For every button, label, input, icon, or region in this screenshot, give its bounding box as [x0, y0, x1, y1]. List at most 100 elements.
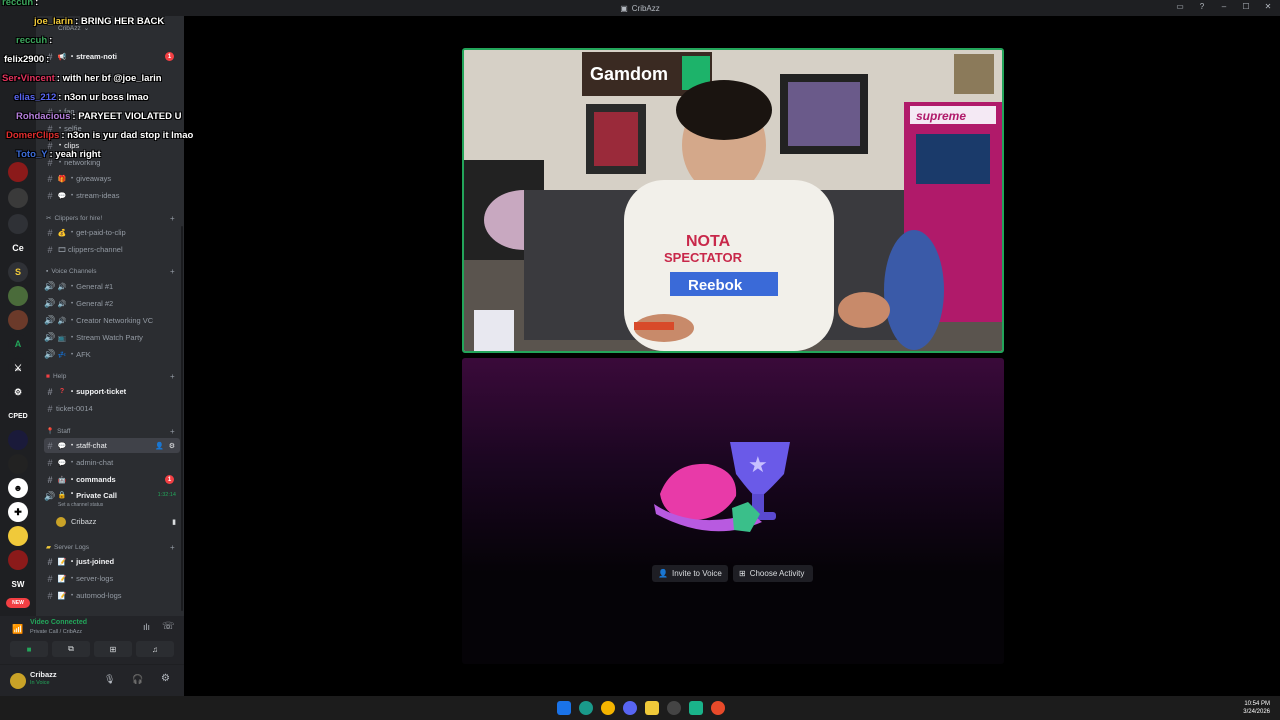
notepad-icon: 📝	[57, 592, 67, 600]
start-icon[interactable]	[557, 701, 571, 715]
speaker-icon: 🔊	[44, 332, 56, 342]
chat-message: joe_larin: BRING HER BACK	[34, 16, 165, 27]
category-staff[interactable]: 📍 Staff +	[46, 427, 175, 436]
server-icon[interactable]	[8, 550, 28, 570]
server-icon[interactable]	[8, 526, 28, 546]
server-icon[interactable]: ⚔	[8, 358, 28, 378]
voice-channel-afk[interactable]: 🔊 💤 • AFK	[44, 347, 180, 362]
channel-support-ticket[interactable]: #? • support-ticket	[44, 384, 180, 399]
add-channel-icon[interactable]: +	[170, 427, 175, 436]
category-clippers[interactable]: ✂ Clippers for hire! +	[46, 214, 175, 223]
gear-icon[interactable]: ⚙	[161, 673, 170, 684]
speaker-icon: 🔊	[44, 491, 56, 501]
server-icon[interactable]: ☻	[8, 478, 28, 498]
soundboard-button[interactable]: ♫	[136, 641, 174, 657]
noise-suppression-icon[interactable]: ılı	[143, 622, 150, 632]
server-icon-a[interactable]: A	[8, 334, 28, 354]
user-panel: Cribazz In Voice 🎙 🎧 ⚙	[0, 664, 184, 697]
voice-channel-general-2[interactable]: 🔊 🔊 • General #2	[44, 296, 180, 311]
app-icon[interactable]	[689, 701, 703, 715]
add-channel-icon[interactable]: +	[170, 214, 175, 223]
speaker-icon: 🔊	[57, 317, 67, 325]
hash-icon: #	[47, 573, 53, 584]
folder-icon[interactable]	[645, 701, 659, 715]
server-icon[interactable]	[8, 188, 28, 208]
microphone-icon[interactable]: 🎙	[104, 674, 115, 685]
add-channel-icon[interactable]: +	[170, 267, 175, 276]
settings-gear-server-icon[interactable]: ⚙	[8, 382, 28, 402]
hash-icon: #	[47, 457, 53, 468]
channel-get-paid-to-clip[interactable]: # 💰 • get-paid-to-clip	[44, 225, 180, 240]
voice-channel-creator-networking[interactable]: 🔊 🔊 • Creator Networking VC	[44, 313, 180, 328]
invite-member-icon[interactable]: 👤	[155, 442, 164, 450]
category-voice[interactable]: ▪ Voice Channels +	[46, 267, 175, 276]
voice-location[interactable]: Private Call / CribAzz	[30, 629, 82, 635]
category-help[interactable]: ■ Help +	[46, 372, 175, 381]
server-icon[interactable]	[8, 310, 28, 330]
voice-member-cribazz[interactable]: Cribazz ▮	[56, 514, 180, 529]
channel-clippers-channel[interactable]: # 🎞 clippers-channel	[44, 242, 180, 257]
channel-admin-chat[interactable]: # 💬 • admin-chat	[44, 455, 180, 470]
server-icon-sw[interactable]: SW	[8, 574, 28, 594]
discord-icon[interactable]	[623, 701, 637, 715]
category-server-logs[interactable]: ▰ Server Logs +	[46, 543, 175, 552]
camera-icon: ▮	[172, 518, 176, 526]
voice-channel-general-1[interactable]: 🔊 🔊 • General #1	[44, 279, 180, 294]
minimize-button[interactable]: –	[1218, 2, 1230, 11]
close-button[interactable]: ✕	[1262, 2, 1274, 11]
add-channel-icon[interactable]: +	[170, 543, 175, 552]
choose-activity-button[interactable]: ⊞ Choose Activity	[733, 565, 813, 582]
chat-message: DomerClips: n3on is yur dad stop it lmao	[6, 130, 194, 141]
avatar	[56, 516, 66, 527]
server-icon[interactable]	[8, 214, 28, 234]
sleep-icon: 💤	[57, 351, 67, 359]
gear-icon[interactable]: ⚙	[169, 442, 175, 450]
money-icon: 💰	[57, 229, 67, 237]
voice-channel-stream-watch-party[interactable]: 🔊 📺 • Stream Watch Party	[44, 330, 180, 345]
chat-message: Ser•Vincent: with her bf @joe_larin	[2, 73, 162, 84]
channel-automod-logs[interactable]: # 📝 • automod-logs	[44, 588, 180, 603]
chrome-icon[interactable]	[601, 701, 615, 715]
browser-icon[interactable]	[711, 701, 725, 715]
screen-share-button[interactable]: ⧉	[52, 641, 90, 657]
voice-channel-private-call[interactable]: 🔊 🔒 • Private Call 1:32:14 Set a channel st…	[44, 489, 180, 511]
server-icon-ce[interactable]: Ce	[8, 238, 28, 258]
inbox-icon[interactable]: ▭	[1174, 2, 1186, 11]
avatar[interactable]	[10, 673, 26, 689]
channel-ticket-0014[interactable]: # ticket-0014	[44, 401, 180, 416]
app-icon[interactable]	[667, 701, 681, 715]
server-icon[interactable]	[8, 430, 28, 450]
pin-icon: 📍	[46, 428, 55, 435]
channel-staff-chat[interactable]: # 💬 • staff-chat 👤 ⚙	[44, 438, 180, 453]
maximize-button[interactable]: ☐	[1240, 2, 1252, 11]
edge-icon[interactable]	[579, 701, 593, 715]
channel-status[interactable]: Set a channel status	[58, 502, 103, 508]
hash-icon: #	[47, 244, 53, 255]
server-icon[interactable]	[8, 286, 28, 306]
headphones-icon[interactable]: 🎧	[132, 674, 143, 685]
window-title: ▣ CribAzz	[620, 3, 660, 13]
disconnect-icon[interactable]: ☏	[162, 621, 175, 632]
add-channel-icon[interactable]: +	[170, 372, 175, 381]
connection-signal-icon[interactable]: 📶	[12, 624, 23, 635]
invite-to-voice-button[interactable]: 👤 Invite to Voice	[652, 565, 728, 582]
server-icon[interactable]: ✚	[8, 502, 28, 522]
hash-icon: #	[47, 190, 53, 201]
chat-message: reccuh:	[16, 35, 53, 46]
server-icon-cped[interactable]: CPED	[4, 406, 32, 426]
camera-button[interactable]: ■	[10, 641, 48, 657]
channel-giveaways[interactable]: # 🎁 • giveaways	[44, 171, 180, 186]
activity-panel: ★	[462, 358, 1004, 664]
activities-button[interactable]: ⊞	[94, 641, 132, 657]
system-clock[interactable]: 10:54 PM 3/24/2026	[1243, 700, 1270, 716]
server-icon[interactable]	[8, 454, 28, 474]
server-icon-s[interactable]: S	[8, 262, 28, 282]
channel-stream-ideas[interactable]: # 💬 • stream-ideas	[44, 188, 180, 203]
shirt-brand: Reebok	[688, 277, 743, 294]
sidebar-scrollbar[interactable]	[181, 226, 183, 611]
camera-feed[interactable]: Gamdom supreme NOTA SPECTATOR Reebok	[462, 48, 1004, 353]
help-icon[interactable]: ?	[1196, 2, 1208, 11]
channel-server-logs[interactable]: # 📝 • server-logs	[44, 571, 180, 586]
channel-commands[interactable]: # 🤖 • commands 1	[44, 472, 180, 487]
channel-just-joined[interactable]: # 📝 • just-joined	[44, 554, 180, 569]
